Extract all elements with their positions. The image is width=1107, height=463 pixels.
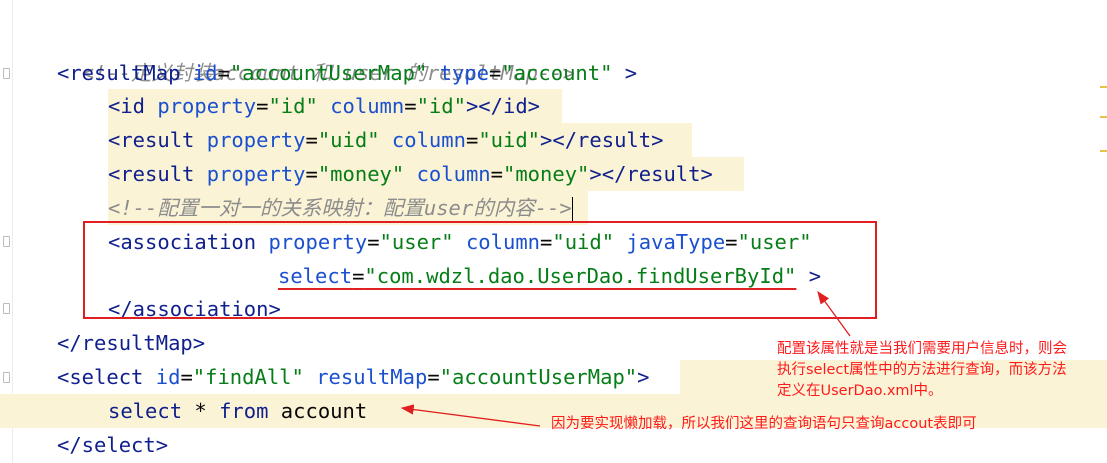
note-line: 配置该属性就是当我们需要用户信息时，则会 <box>777 341 1067 357</box>
note-line: 执行select属性中的方法进行查询，而该方法 <box>777 362 1067 378</box>
arrow-to-sql <box>400 404 541 427</box>
note-line: 因为要实现懒加载，所以我们这里的查询语句只查询accout表即可 <box>551 416 977 432</box>
note-line: 定义在UserDao.xml中。 <box>777 383 943 399</box>
annotation-note-1: 配置该属性就是当我们需要用户信息时，则会 执行select属性中的方法进行查询，… <box>777 339 1067 402</box>
annotation-note-2: 因为要实现懒加载，所以我们这里的查询语句只查询accout表即可 <box>551 414 977 435</box>
arrow-to-select <box>817 290 851 337</box>
